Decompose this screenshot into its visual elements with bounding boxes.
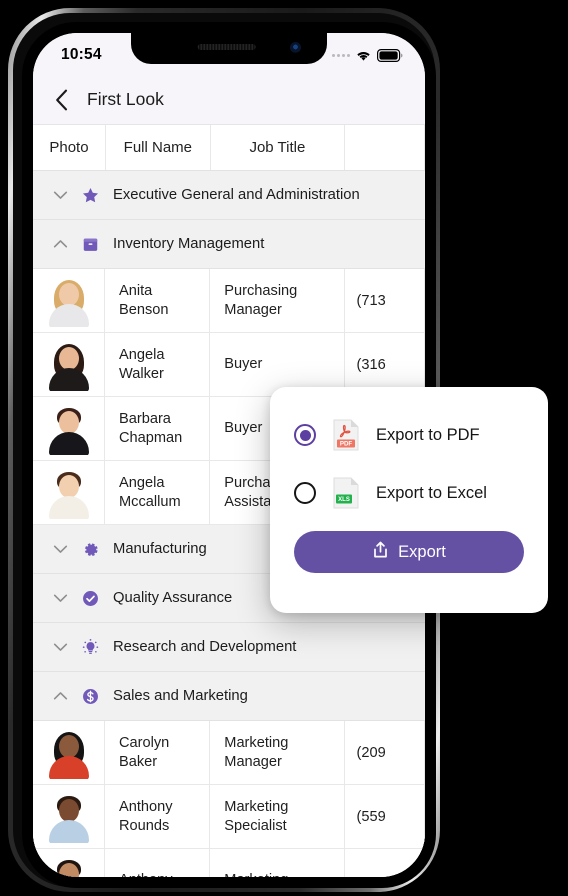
pdf-file-icon: PDF	[332, 419, 360, 451]
svg-text:XLS: XLS	[338, 497, 350, 503]
gear-icon	[75, 540, 105, 559]
export-dialog[interactable]: PDF Export to PDF XLS Export to Excel Ex…	[270, 387, 548, 613]
cell-job-title: Marketing Specialist	[210, 785, 345, 848]
cell-photo	[33, 269, 105, 332]
avatar	[45, 338, 92, 391]
radio-excel[interactable]	[294, 482, 316, 504]
dollar-circle-icon	[75, 687, 105, 706]
chevron-down-icon[interactable]	[45, 639, 75, 655]
cell-phone: (559	[345, 785, 425, 848]
cell-photo	[33, 721, 105, 784]
cell-full-name: Angela Walker	[105, 333, 211, 396]
group-title: Inventory Management	[113, 236, 265, 252]
group-title: Manufacturing	[113, 541, 207, 557]
avatar	[45, 466, 92, 519]
cell-photo	[33, 785, 105, 848]
table-row[interactable]: Anthony Rounds Marketing Specialist (559	[33, 785, 425, 849]
export-button-label: Export	[398, 542, 446, 561]
page-title: First Look	[87, 89, 164, 109]
box-icon	[75, 235, 105, 254]
avatar	[45, 726, 92, 779]
signal-dots-icon	[332, 54, 350, 57]
speaker-grille	[197, 44, 256, 50]
chevron-up-icon[interactable]	[45, 236, 75, 252]
avatar	[45, 274, 92, 327]
avatar	[45, 790, 92, 843]
wifi-icon	[355, 49, 372, 62]
group-header-row[interactable]: Inventory Management	[33, 220, 425, 269]
cell-full-name: Anthony Rounds	[105, 785, 211, 848]
share-upload-icon	[372, 541, 389, 564]
table-row[interactable]: Anita Benson Purchasing Manager (713	[33, 269, 425, 333]
table-row[interactable]: AnthonyMarketing	[33, 849, 425, 877]
column-header-photo[interactable]: Photo	[33, 125, 106, 170]
avatar	[45, 854, 92, 877]
cell-full-name: Anthony	[105, 849, 211, 877]
xls-file-icon: XLS	[332, 477, 360, 509]
chevron-up-icon[interactable]	[45, 688, 75, 704]
cell-phone: (209	[345, 721, 425, 784]
export-button[interactable]: Export	[294, 531, 524, 573]
table-header-row: Photo Full Name Job Title	[33, 125, 425, 171]
group-title: Sales and Marketing	[113, 688, 248, 704]
column-header-full-name[interactable]: Full Name	[106, 125, 211, 170]
option-export-excel[interactable]: XLS Export to Excel	[294, 471, 524, 515]
option-label-excel: Export to Excel	[376, 483, 487, 502]
lightbulb-icon	[75, 638, 105, 657]
cell-full-name: Anita Benson	[105, 269, 211, 332]
cell-phone: (713	[345, 269, 425, 332]
nav-bar: First Look	[33, 75, 425, 125]
avatar	[45, 402, 92, 455]
svg-text:PDF: PDF	[340, 441, 353, 448]
table-row[interactable]: Carolyn Baker Marketing Manager (209	[33, 721, 425, 785]
back-button[interactable]	[49, 88, 73, 112]
check-circle-icon	[75, 589, 105, 608]
notch	[131, 33, 327, 64]
cell-full-name: Barbara Chapman	[105, 397, 211, 460]
group-title: Quality Assurance	[113, 590, 233, 606]
group-header-row[interactable]: Research and Development	[33, 623, 425, 672]
cell-photo	[33, 333, 105, 396]
battery-icon	[377, 49, 403, 62]
cell-photo	[33, 849, 105, 877]
group-header-row[interactable]: Sales and Marketing	[33, 672, 425, 721]
cell-full-name: Carolyn Baker	[105, 721, 211, 784]
option-export-pdf[interactable]: PDF Export to PDF	[294, 413, 524, 457]
chevron-down-icon[interactable]	[45, 541, 75, 557]
status-icons	[332, 49, 403, 62]
group-title: Research and Development	[113, 639, 297, 655]
cell-photo	[33, 461, 105, 524]
dialog-spacer	[294, 457, 524, 471]
cell-photo	[33, 397, 105, 460]
group-header-row[interactable]: Executive General and Administration	[33, 171, 425, 220]
front-camera	[290, 42, 301, 53]
cell-full-name: Angela Mccallum	[105, 461, 211, 524]
column-header-phone[interactable]	[345, 125, 425, 170]
group-title: Executive General and Administration	[113, 187, 360, 203]
cell-job-title: Marketing Manager	[210, 721, 345, 784]
cell-job-title: Purchasing Manager	[210, 269, 345, 332]
cell-job-title: Marketing	[210, 849, 345, 877]
chevron-down-icon[interactable]	[45, 590, 75, 606]
option-label-pdf: Export to PDF	[376, 425, 480, 444]
chevron-down-icon[interactable]	[45, 187, 75, 203]
column-header-job-title[interactable]: Job Title	[211, 125, 345, 170]
status-time: 10:54	[61, 46, 102, 63]
cell-phone	[345, 849, 425, 877]
star-icon	[75, 186, 105, 205]
screenshot-stage: 10:54 First Look Photo Full Name Job Tit…	[0, 0, 568, 896]
radio-pdf[interactable]	[294, 424, 316, 446]
